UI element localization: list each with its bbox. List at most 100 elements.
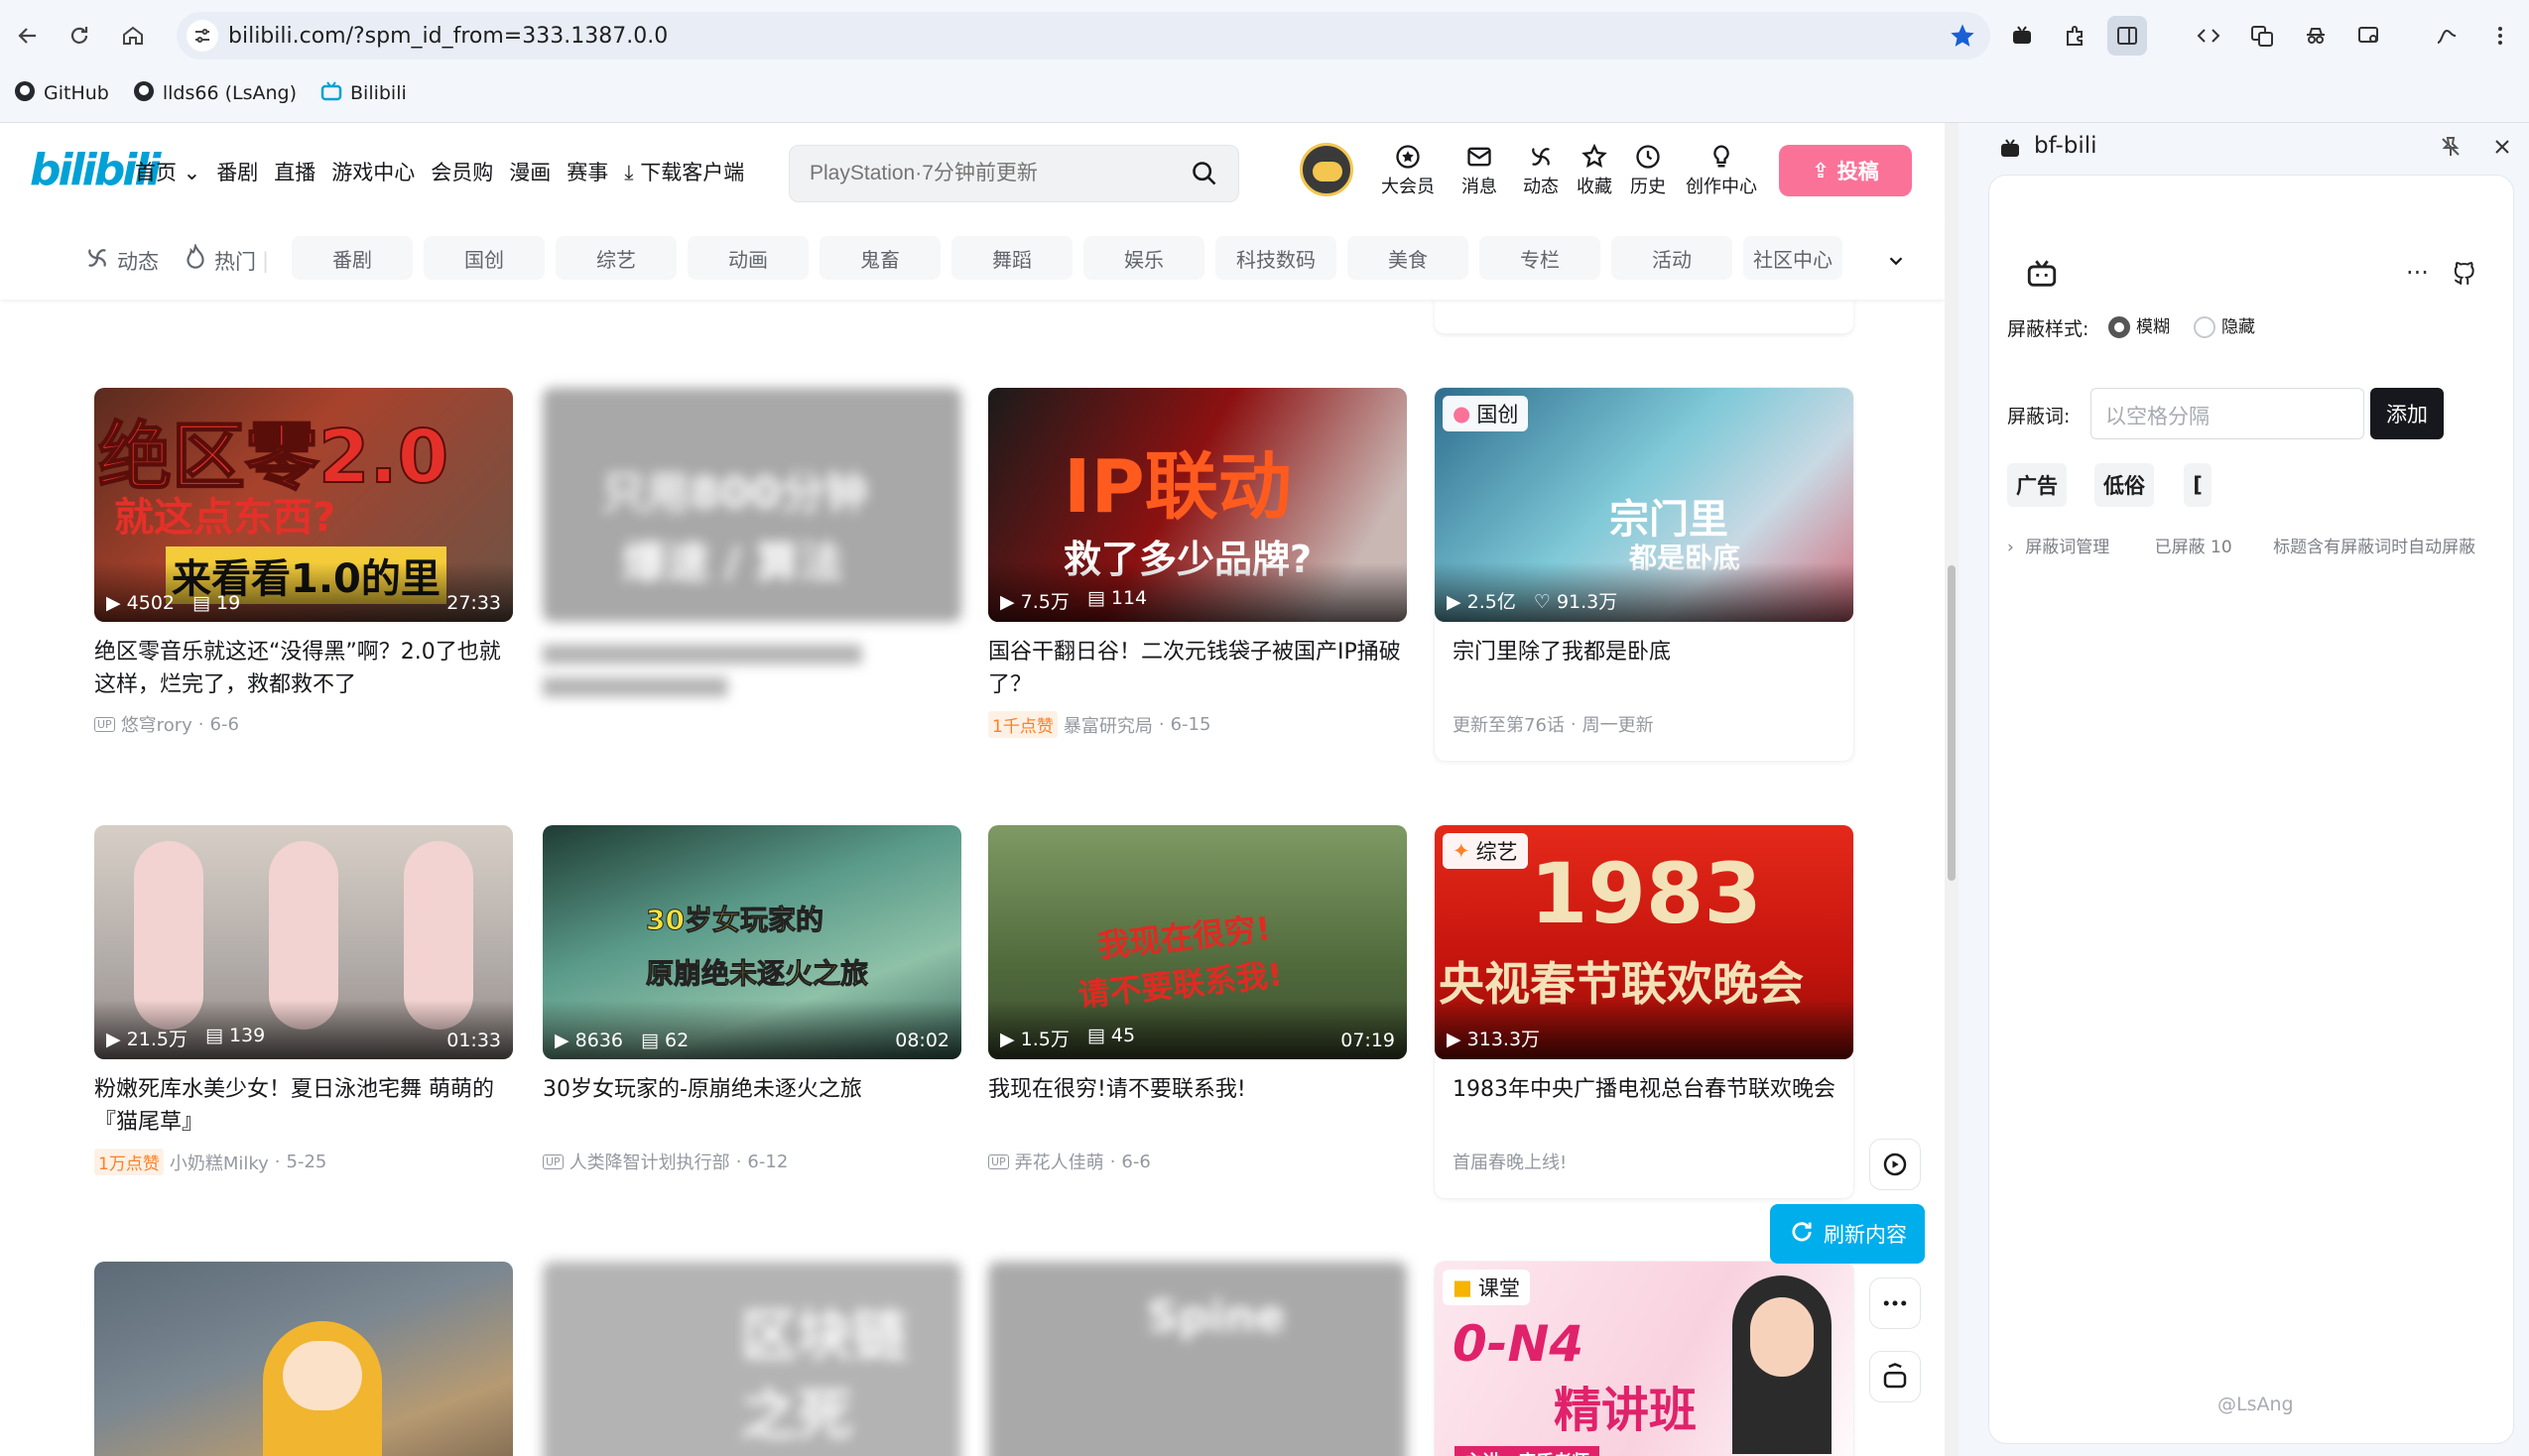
bookmark-llds66[interactable]: llds66 (LsAng) xyxy=(133,80,297,107)
github-link-icon[interactable] xyxy=(2452,261,2477,291)
refresh-button[interactable]: 刷新内容 xyxy=(1770,1204,1925,1264)
video-thumbnail[interactable]: 只用800分钟 爆速 / 算法 xyxy=(543,388,961,622)
keyword-tag[interactable]: 低俗 xyxy=(2094,463,2154,507)
upload-button[interactable]: ⇪ 投稿 xyxy=(1779,145,1912,196)
translate-icon[interactable] xyxy=(2242,16,2282,56)
replay-button[interactable] xyxy=(1869,1139,1921,1190)
nav-bangumi[interactable]: 番剧 xyxy=(216,157,258,186)
site-settings-icon[interactable] xyxy=(187,20,218,52)
more-button[interactable] xyxy=(1869,1277,1921,1329)
search-box[interactable] xyxy=(789,145,1239,202)
video-title[interactable]: ▆▆▆▆▆▆▆▆▆▆▆▆▆▆▆▆▆▆▆ ▆▆▆▆▆▆▆▆▆▆▆ xyxy=(543,636,961,701)
bf-bili-extension-icon[interactable] xyxy=(2002,16,2042,56)
video-thumbnail[interactable]: ■课堂 0-N4 精讲班 主讲：唐盾老师 xyxy=(1435,1262,1853,1456)
video-card[interactable]: IP联动 救了多少品牌? ▶ 7.5万 ▤ 114 国谷干翻日谷！二次元钱袋子被… xyxy=(988,388,1407,738)
reload-button[interactable] xyxy=(62,18,97,54)
chevron-down-icon[interactable] xyxy=(1885,250,1907,276)
video-author[interactable]: 弄花人佳萌 xyxy=(1015,1149,1104,1174)
video-author[interactable]: 人类降智计划执行部 xyxy=(569,1149,730,1174)
radio-button-checked[interactable] xyxy=(2108,315,2130,338)
incognito-icon[interactable] xyxy=(2296,16,2336,56)
video-card[interactable]: 我现在很穷! 请不要联系我! ▶ 1.5万 ▤ 45 07:19 我现在很穷!请… xyxy=(988,825,1407,1174)
video-author[interactable]: 小奶糕Milky xyxy=(170,1150,269,1175)
scrollbar-thumb[interactable] xyxy=(1948,565,1956,881)
nav-mall[interactable]: 会员购 xyxy=(431,157,493,186)
video-thumbnail[interactable]: 区块链 之死 xyxy=(543,1262,961,1456)
variety-card[interactable]: ✦ 综艺 1983 央视春节联欢晚会 ▶ 313.3万 1983年中央广播电视总台… xyxy=(1435,825,1853,1198)
message-entry[interactable]: 消息 xyxy=(1445,143,1514,198)
video-title[interactable]: 国谷干翻日谷！二次元钱袋子被国产IP捅破了？ xyxy=(988,636,1407,701)
url-text[interactable]: bilibili.com/?spm_id_from=333.1387.0.0 xyxy=(228,24,668,49)
search-icon[interactable] xyxy=(1191,160,1218,191)
video-thumbnail[interactable]: ▶ 21.5万 ▤ 139 01:33 xyxy=(94,825,513,1059)
bookmark-bilibili[interactable]: Bilibili xyxy=(320,80,407,107)
video-card-blocked[interactable]: 区块链 之死 xyxy=(543,1262,961,1456)
channel-tag[interactable]: 专栏 xyxy=(1479,236,1600,280)
nav-esports[interactable]: 赛事 xyxy=(567,157,608,186)
channel-tag[interactable]: 活动 xyxy=(1611,236,1732,280)
back-to-top-button[interactable] xyxy=(1869,1351,1921,1402)
video-title[interactable]: 宗门里除了我都是卧底 xyxy=(1435,636,1853,701)
nav-manga[interactable]: 漫画 xyxy=(509,157,551,186)
nav-download[interactable]: ⤓ 下载客户端 xyxy=(624,157,744,186)
history-entry[interactable]: 历史 xyxy=(1613,143,1683,198)
back-button[interactable] xyxy=(10,18,46,54)
channel-tag[interactable]: 鬼畜 xyxy=(820,236,941,280)
video-title[interactable]: 绝区零音乐就这还“没得黑”啊？2.0了也就这样，烂完了，救都救不了 xyxy=(94,636,513,701)
video-card[interactable]: ▶ 21.5万 ▤ 139 01:33 粉嫩死库水美少女！夏日泳池宅舞 萌萌的『… xyxy=(94,825,513,1175)
nav-live[interactable]: 直播 xyxy=(274,157,316,186)
video-thumbnail[interactable]: IP联动 救了多少品牌? ▶ 7.5万 ▤ 114 xyxy=(988,388,1407,622)
radio-hide[interactable]: 隐藏 xyxy=(2194,312,2255,338)
more-menu-icon[interactable] xyxy=(2480,16,2520,56)
video-thumbnail[interactable]: ● 国创 宗门里 都是卧底 ▶ 2.5亿 ♡ 91.3万 xyxy=(1435,388,1853,622)
video-thumbnail[interactable]: 30岁女玩家的 原崩绝未逐火之旅 ▶ 8636 ▤ 62 08:02 xyxy=(543,825,961,1059)
screen-search-icon[interactable] xyxy=(2349,16,2389,56)
video-title[interactable]: 1983年中央广播电视总台春节联欢晚会 xyxy=(1435,1073,1853,1139)
side-panel-icon[interactable] xyxy=(2107,16,2147,56)
video-author[interactable]: 悠穹rory xyxy=(121,711,192,737)
channel-tag[interactable]: 动画 xyxy=(688,236,809,280)
address-bar[interactable]: bilibili.com/?spm_id_from=333.1387.0.0 xyxy=(177,12,1990,60)
keyword-input[interactable]: 以空格分隔 xyxy=(2090,388,2364,439)
add-keyword-button[interactable]: 添加 xyxy=(2370,388,2444,439)
channel-tag[interactable]: 番剧 xyxy=(292,236,413,280)
nav-home[interactable]: 首页 ⌄ xyxy=(135,157,200,186)
keyword-tag[interactable]: [ xyxy=(2184,463,2212,507)
vip-entry[interactable]: 大会员 xyxy=(1373,143,1443,198)
close-icon[interactable] xyxy=(2490,135,2514,163)
devtools-icon[interactable] xyxy=(2189,16,2228,56)
channel-dynamic[interactable]: 动态 xyxy=(83,244,159,277)
channel-tag[interactable]: 社区中心 xyxy=(1743,236,1842,280)
video-card[interactable]: 30岁女玩家的 原崩绝未逐火之旅 ▶ 8636 ▤ 62 08:02 30岁女玩… xyxy=(543,825,961,1174)
video-card-blocked[interactable]: Spine xyxy=(988,1262,1407,1456)
video-title[interactable]: 粉嫩死库水美少女！夏日泳池宅舞 萌萌的『猫尾草』 xyxy=(94,1073,513,1139)
video-thumbnail[interactable]: 我现在很穷! 请不要联系我! ▶ 1.5万 ▤ 45 07:19 xyxy=(988,825,1407,1059)
video-title[interactable]: 30岁女玩家的-原崩绝未逐火之旅 xyxy=(543,1073,961,1139)
bookmark-github[interactable]: GitHub xyxy=(14,80,109,107)
home-button[interactable] xyxy=(115,18,151,54)
course-card[interactable]: ■课堂 0-N4 精讲班 主讲：唐盾老师 xyxy=(1435,1262,1853,1456)
keyword-tag[interactable]: 广告 xyxy=(2007,463,2067,507)
unpin-icon[interactable] xyxy=(2439,135,2463,163)
keyword-manage-row[interactable]: › 屏蔽词管理 已屏蔽 10 标题含有屏蔽词时自动屏蔽 xyxy=(2007,533,2475,557)
bangumi-card[interactable]: ● 国创 宗门里 都是卧底 ▶ 2.5亿 ♡ 91.3万 宗门里除了我都是卧底 更… xyxy=(1435,388,1853,761)
search-input[interactable] xyxy=(810,162,1167,185)
page-scrollbar[interactable] xyxy=(1945,123,1959,1456)
video-card[interactable]: 绝区零2.0 就这点东西? 来看看1.0的里 ▶ 4502 ▤ 19 27:33… xyxy=(94,388,513,737)
channel-tag[interactable]: 综艺 xyxy=(556,236,677,280)
channel-hot[interactable]: 热门 | xyxy=(183,242,269,277)
video-thumbnail[interactable] xyxy=(94,1262,513,1456)
extensions-puzzle-icon[interactable] xyxy=(2056,16,2095,56)
performance-icon[interactable] xyxy=(2427,16,2466,56)
channel-tag[interactable]: 美食 xyxy=(1347,236,1468,280)
video-card[interactable] xyxy=(94,1262,513,1456)
video-author[interactable]: 暴富研究局 xyxy=(1064,712,1153,738)
creator-center-entry[interactable]: 创作中心 xyxy=(1677,143,1766,198)
channel-tag[interactable]: 舞蹈 xyxy=(951,236,1073,280)
video-thumbnail[interactable]: ✦ 综艺 1983 央视春节联欢晚会 ▶ 313.3万 xyxy=(1435,825,1853,1059)
video-thumbnail[interactable]: Spine xyxy=(988,1262,1407,1456)
more-options-icon[interactable]: ··· xyxy=(2406,259,2429,287)
channel-tag[interactable]: 娱乐 xyxy=(1083,236,1204,280)
radio-button[interactable] xyxy=(2194,315,2215,338)
video-title[interactable]: 我现在很穷!请不要联系我! xyxy=(988,1073,1407,1139)
